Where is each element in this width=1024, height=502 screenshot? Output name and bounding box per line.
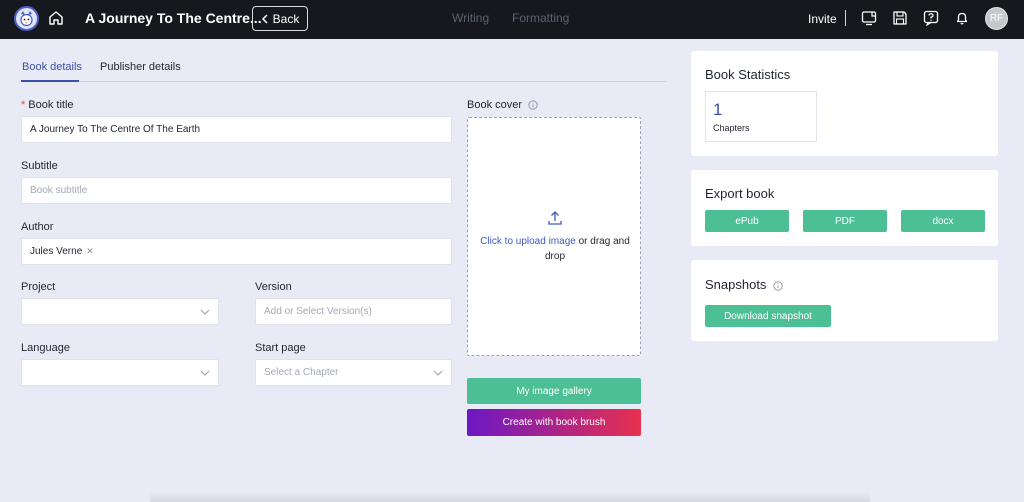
export-pdf-button[interactable]: PDF	[803, 210, 887, 232]
top-bar: A Journey To The Centre... Back Writing …	[0, 0, 1024, 39]
author-tag-label: Jules Verne	[30, 246, 83, 257]
upload-instructions: Click to upload image or drag and drop	[478, 234, 632, 264]
required-marker: *	[21, 99, 26, 111]
upload-icon	[548, 211, 562, 225]
export-book-title: Export book	[705, 186, 775, 201]
chapters-label: Chapters	[713, 123, 750, 133]
book-statistics-card: Book Statistics 1 Chapters	[691, 51, 998, 156]
home-icon[interactable]	[47, 9, 65, 27]
help-icon[interactable]	[923, 10, 939, 26]
save-icon[interactable]	[892, 10, 908, 26]
version-placeholder: Add or Select Version(s)	[264, 306, 372, 317]
author-label: Author	[21, 221, 54, 233]
invite-button[interactable]: Invite	[808, 12, 837, 26]
subtitle-placeholder: Book subtitle	[30, 185, 88, 196]
start-page-select[interactable]: Select a Chapter	[255, 359, 452, 386]
subtitle-label: Subtitle	[21, 160, 58, 172]
app-logo[interactable]	[14, 6, 39, 31]
back-button-label: Back	[272, 11, 300, 26]
logo-icon	[20, 11, 33, 27]
project-select[interactable]	[21, 298, 219, 325]
image-gallery-button[interactable]: My image gallery	[467, 378, 641, 404]
info-icon[interactable]	[773, 280, 783, 291]
start-page-label: Start page	[255, 342, 306, 354]
language-select[interactable]	[21, 359, 219, 386]
project-label: Project	[21, 281, 56, 293]
language-label: Language	[21, 342, 70, 354]
chapters-count: 1	[713, 100, 723, 119]
chevron-down-icon	[200, 309, 210, 315]
tab-publisher-details[interactable]: Publisher details	[100, 61, 181, 73]
tab-book-details[interactable]: Book details	[22, 61, 82, 73]
export-book-card: Export book ePub PDF docx	[691, 170, 998, 246]
back-button[interactable]: Back	[252, 6, 308, 31]
screen-icon[interactable]	[861, 10, 877, 26]
tabs-divider	[21, 81, 667, 82]
book-statistics-title: Book Statistics	[705, 67, 791, 82]
version-label: Version	[255, 281, 292, 293]
export-epub-button[interactable]: ePub	[705, 210, 789, 232]
snapshots-title: Snapshots	[705, 277, 783, 292]
cover-upload-dropzone[interactable]: Click to upload image or drag and drop	[467, 117, 641, 356]
chapters-stat: 1 Chapters	[705, 91, 817, 142]
book-title-label-text: Book title	[28, 99, 74, 111]
divider	[845, 10, 846, 26]
author-tag: Jules Verne ✕	[30, 246, 94, 257]
chevron-left-icon	[261, 13, 268, 24]
book-title-header: A Journey To The Centre...	[85, 10, 262, 26]
tab-writing[interactable]: Writing	[452, 11, 489, 25]
book-brush-button[interactable]: Create with book brush	[467, 409, 641, 436]
upload-link[interactable]: Click to upload image	[480, 236, 576, 247]
active-tab-indicator	[21, 80, 79, 82]
bell-icon[interactable]	[954, 10, 970, 26]
export-docx-button[interactable]: docx	[901, 210, 985, 232]
bottom-panel-edge	[150, 492, 870, 502]
tab-formatting[interactable]: Formatting	[512, 11, 569, 25]
book-title-label: * Book title	[21, 99, 74, 111]
snapshots-title-text: Snapshots	[705, 277, 767, 292]
chevron-down-icon	[433, 370, 443, 376]
snapshots-card: Snapshots Download snapshot	[691, 260, 998, 341]
info-icon[interactable]	[528, 100, 538, 110]
version-input[interactable]: Add or Select Version(s)	[255, 298, 452, 325]
book-title-value: A Journey To The Centre Of The Earth	[30, 124, 201, 135]
subtitle-input[interactable]: Book subtitle	[21, 177, 452, 204]
author-input[interactable]: Jules Verne ✕	[21, 238, 452, 265]
start-page-placeholder: Select a Chapter	[264, 367, 339, 378]
book-cover-label-text: Book cover	[467, 99, 523, 111]
book-title-input[interactable]: A Journey To The Centre Of The Earth	[21, 116, 452, 143]
user-avatar[interactable]: RF	[985, 7, 1008, 30]
download-snapshot-button[interactable]: Download snapshot	[705, 305, 831, 327]
book-cover-label: Book cover	[467, 99, 538, 111]
chevron-down-icon	[200, 370, 210, 376]
remove-tag-icon[interactable]: ✕	[86, 246, 94, 257]
